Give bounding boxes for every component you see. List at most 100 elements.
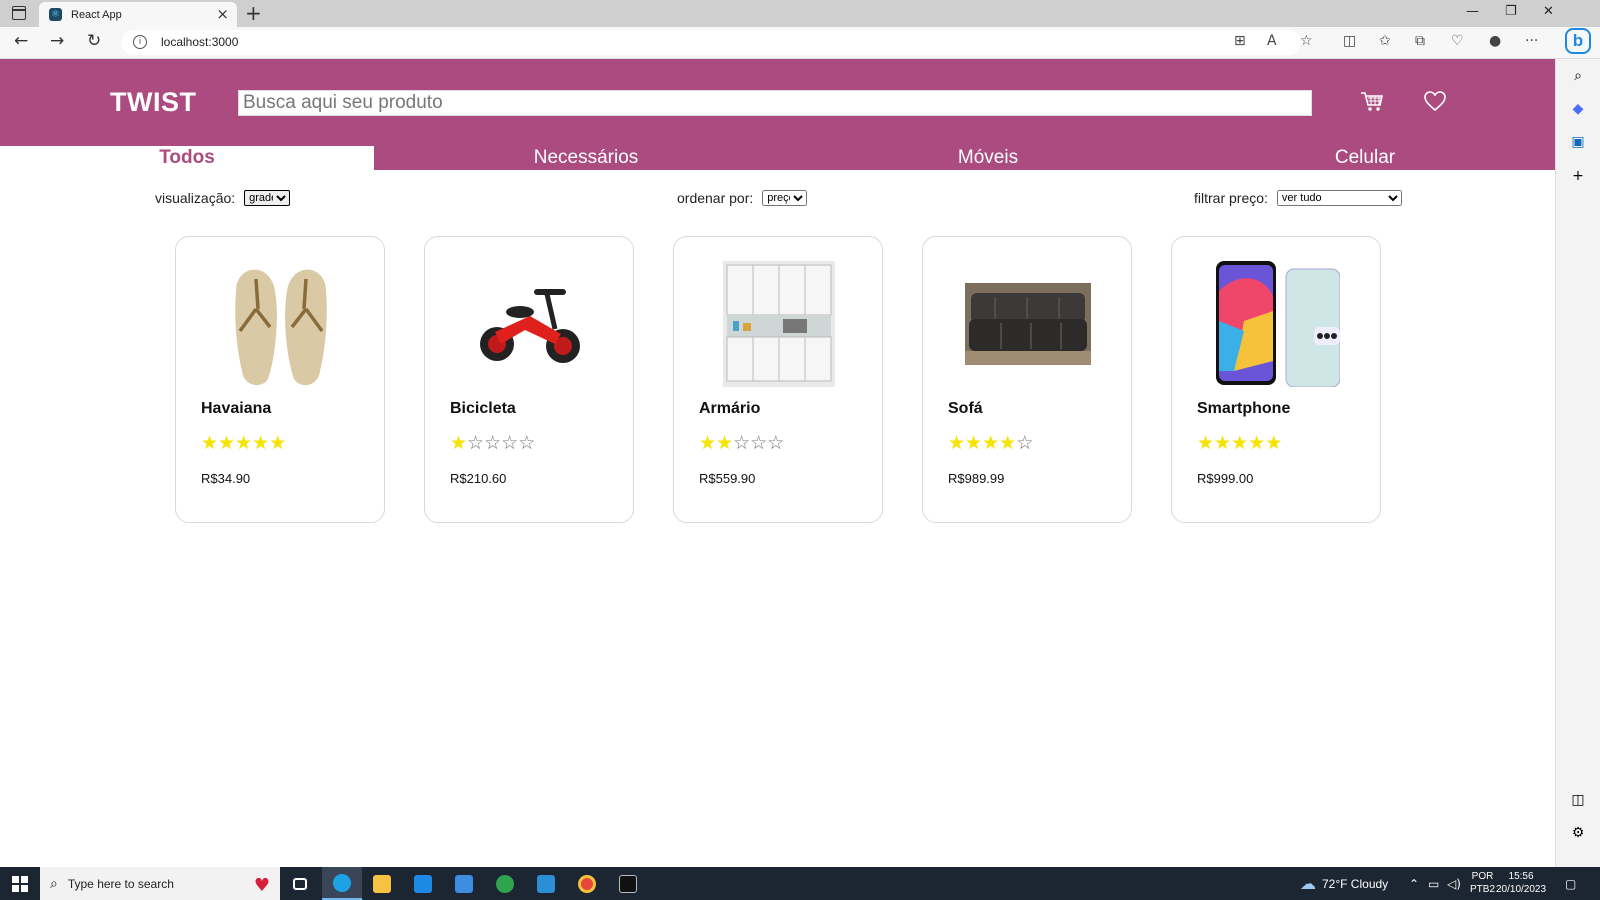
view-select[interactable]: grade [244,190,291,206]
weather-widget[interactable]: ☁ 72°F Cloudy [1300,867,1388,900]
product-price: R$210.60 [450,471,507,486]
sort-select[interactable]: preço [762,190,808,206]
product-image-sofa[interactable] [947,261,1109,387]
product-name[interactable]: Havaiana [201,400,271,418]
sidebar-discover-icon[interactable]: ◆ [1569,100,1587,118]
rating-stars: ★★★★☆ [948,432,1033,454]
copilot-icon[interactable]: b [1565,28,1591,54]
price-filter-control: filtrar preço: ver tudo [1194,190,1402,206]
star-filled-icon: ★ [948,432,966,454]
read-aloud-icon[interactable]: A [1267,33,1277,49]
volume-icon[interactable]: ◁) [1447,867,1461,900]
star-empty-icon: ☆ [733,432,751,454]
product-name[interactable]: Sofá [948,400,983,418]
taskbar-search-box[interactable]: ⌕ Type here to search ♥ [40,867,280,900]
rating-stars: ★☆☆☆☆ [450,432,535,454]
restore-icon[interactable]: ❐ [1505,4,1517,19]
address-bar[interactable]: i localhost:3000 [121,30,1301,55]
product-name[interactable]: Armário [699,400,760,418]
chrome-profile-icon[interactable] [485,867,525,900]
notifications-icon[interactable]: ▢ [1565,867,1576,900]
favorites-icon[interactable]: ✩ [1379,33,1391,49]
close-window-icon[interactable]: ✕ [1543,4,1554,19]
sidebar-add-icon[interactable]: + [1569,167,1587,185]
product-card-havaiana[interactable]: Havaiana ★★★★★ R$34.90 [175,236,385,523]
product-card-smartphone[interactable]: Smartphone ★★★★★ R$999.00 [1171,236,1381,523]
product-price: R$989.99 [948,471,1005,486]
product-image-balance-bike[interactable] [449,261,611,387]
rating-stars: ★★★★★ [201,432,286,454]
taskbar-search-placeholder[interactable]: Type here to search [68,877,174,891]
search-icon: ⌕ [50,875,58,892]
product-price: R$34.90 [201,471,251,486]
star-empty-icon: ☆ [484,432,502,454]
product-image-sandals[interactable] [200,261,362,387]
site-header: TWIST Todos Necessários Móveis Celular [0,59,1555,170]
star-filled-icon: ★ [716,432,734,454]
cart-icon[interactable] [1360,91,1384,113]
clock-date: 20/10/2023 [1496,884,1547,895]
sidebar-settings-icon[interactable]: ⚙ [1569,824,1587,842]
file-explorer-icon[interactable] [362,867,402,900]
site-info-icon[interactable]: i [133,35,147,49]
product-card-bicicleta[interactable]: Bicicleta ★☆☆☆☆ R$210.60 [424,236,634,523]
product-name[interactable]: Bicicleta [450,400,516,418]
windows-taskbar: ⌕ Type here to search ♥ ☁ 72°F Cloudy ⌃ … [0,867,1600,900]
terminal-icon[interactable] [608,867,648,900]
url-text[interactable]: localhost:3000 [161,35,238,49]
site-logo[interactable]: TWIST [110,87,196,118]
edge-app-icon[interactable] [322,867,362,900]
forward-icon[interactable]: → [50,31,64,51]
favorite-star-icon[interactable]: ☆ [1300,33,1313,49]
star-filled-icon: ★ [201,432,219,454]
price-filter-label: filtrar preço: [1194,190,1268,206]
tray-chevron-icon[interactable]: ⌃ [1409,867,1419,900]
tab-todos[interactable]: Todos [0,146,374,170]
tab-celular[interactable]: Celular [1274,146,1456,170]
star-filled-icon: ★ [699,432,717,454]
address-bar-row: ← → ↻ i localhost:3000 ⊞ A ☆ ◫ ✩ ⧉ ♡ ● ·… [0,27,1600,59]
tab-actions-icon[interactable] [12,6,26,20]
star-filled-icon: ★ [218,432,236,454]
collections-icon[interactable]: ⧉ [1415,33,1425,49]
view-label: visualização: [155,190,236,206]
windows-start-icon[interactable] [12,876,28,892]
cloud-icon: ☁ [1300,874,1316,893]
app-root: TWIST Todos Necessários Móveis Celular v… [0,59,1555,867]
tab-moveis[interactable]: Móveis [888,146,1088,170]
sidebar-search-icon[interactable]: ⌕ [1569,67,1587,85]
profile-avatar[interactable]: ● [1489,33,1501,49]
product-image-smartphone[interactable] [1196,261,1358,387]
browser-tab[interactable]: ⚛ React App × [39,2,237,27]
language-indicator[interactable]: POR PTB2 [1470,870,1495,896]
more-options-icon[interactable]: ··· [1525,33,1538,49]
split-screen-icon[interactable]: ◫ [1343,33,1356,49]
app-available-icon[interactable]: ⊞ [1234,33,1246,49]
search-input[interactable] [238,90,1312,116]
browser-essentials-icon[interactable]: ♡ [1451,33,1464,49]
mail-icon[interactable] [444,867,484,900]
product-card-sofa[interactable]: Sofá ★★★★☆ R$989.99 [922,236,1132,523]
reload-icon[interactable]: ↻ [87,31,101,51]
close-tab-icon[interactable]: × [216,5,229,23]
tab-necessarios[interactable]: Necessários [454,146,718,170]
new-tab-icon[interactable]: + [245,1,262,25]
product-name[interactable]: Smartphone [1197,400,1290,418]
system-clock[interactable]: 15:56 20/10/2023 [1496,870,1546,896]
microsoft-store-icon[interactable] [403,867,443,900]
sidebar-toggle-icon[interactable]: ◫ [1569,791,1587,809]
lang-line2: PTB2 [1470,884,1496,895]
minimize-icon[interactable]: — [1466,4,1479,19]
product-image-kitchen-cabinet[interactable] [698,261,860,387]
price-filter-select[interactable]: ver tudo [1276,190,1402,206]
vscode-icon[interactable] [526,867,566,900]
back-icon[interactable]: ← [14,31,28,51]
task-view-icon[interactable] [280,867,320,900]
heart-icon[interactable] [1424,91,1446,112]
chrome-icon[interactable] [567,867,607,900]
sidebar-outlook-icon[interactable]: ▣ [1569,133,1587,151]
product-card-armario[interactable]: Armário ★★☆☆☆ R$559.90 [673,236,883,523]
star-filled-icon: ★ [982,432,1000,454]
network-icon[interactable]: ▭ [1428,867,1439,900]
tab-title: React App [71,8,122,21]
